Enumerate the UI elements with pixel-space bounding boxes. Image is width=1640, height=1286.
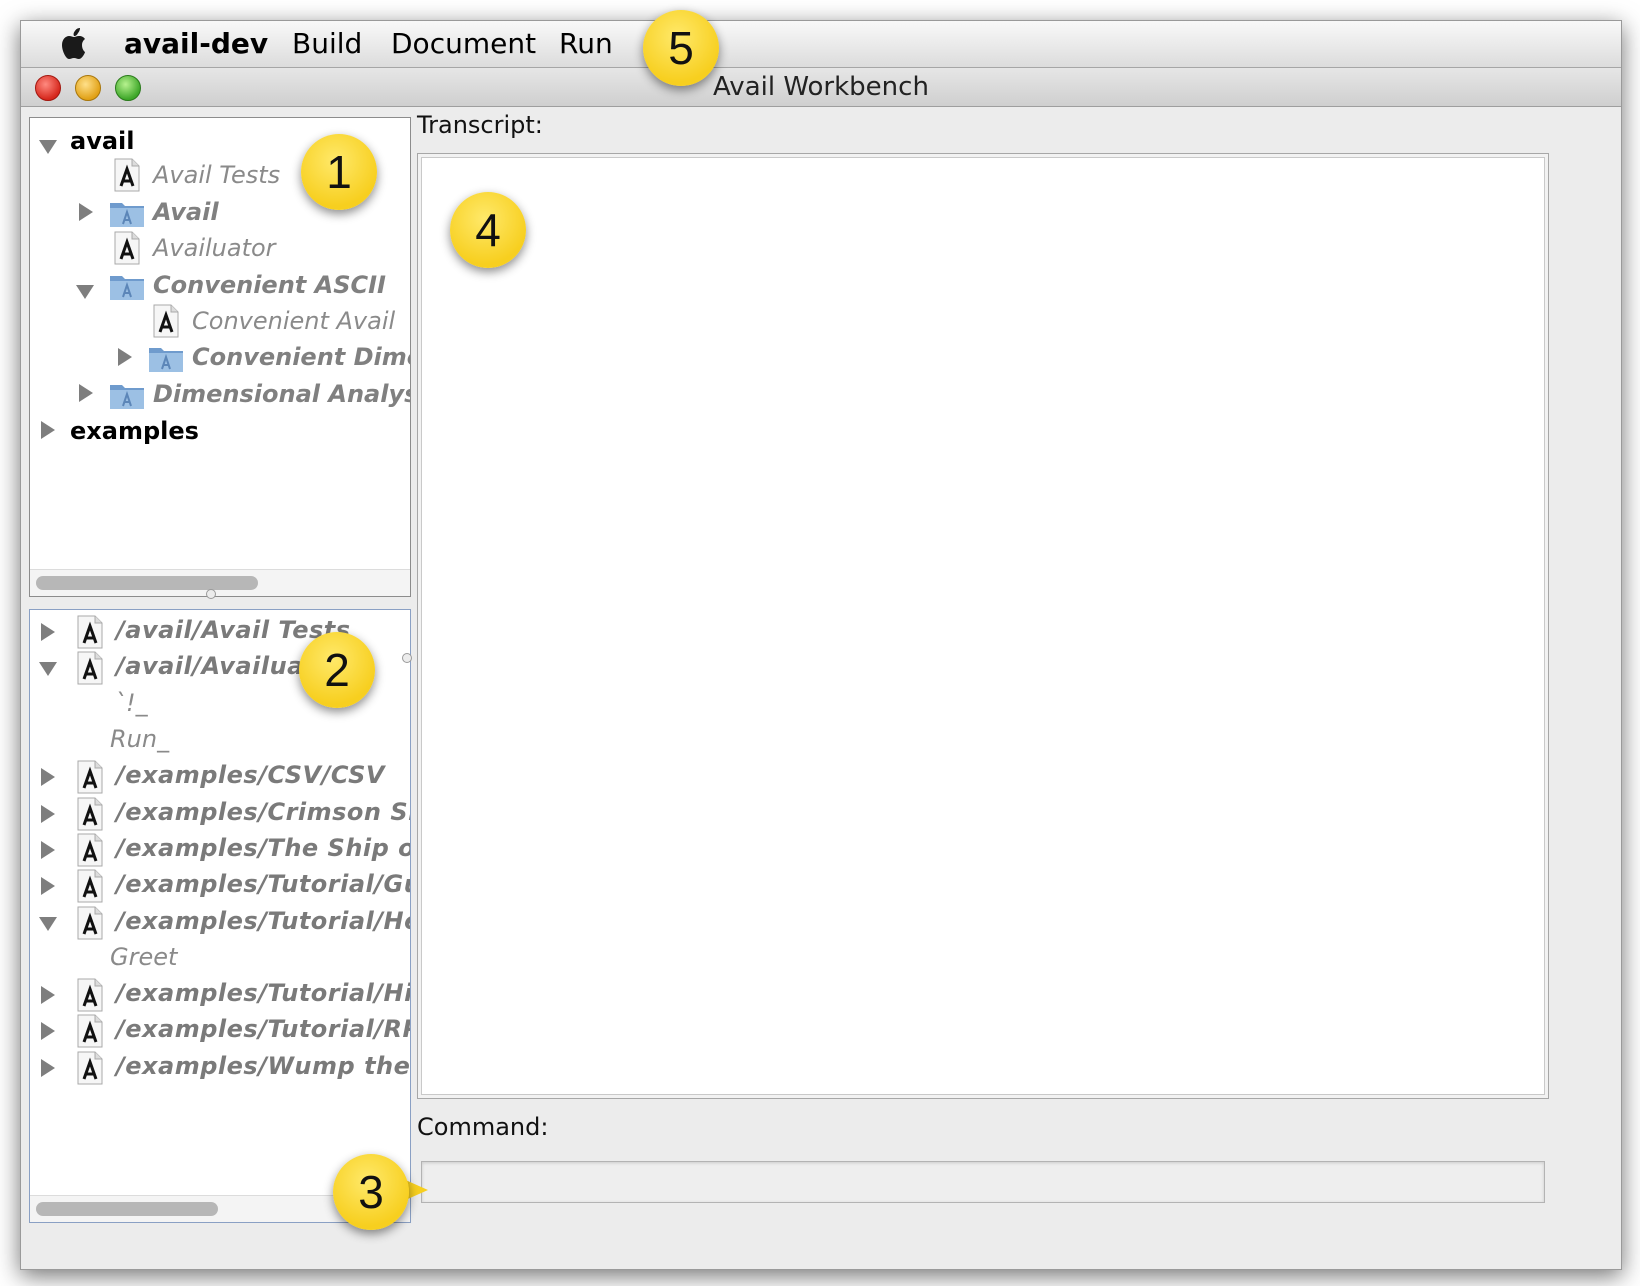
avail-package-folder-icon — [110, 385, 144, 409]
tree-module-avail-tests[interactable]: Avail Tests — [153, 158, 280, 192]
transcript-area[interactable] — [417, 153, 1549, 1099]
entry-module-wump[interactable]: /examples/Wump the W — [116, 1049, 410, 1083]
disclosure-collapsed-icon[interactable] — [79, 384, 93, 402]
tree-package-avail[interactable]: Avail — [153, 195, 219, 229]
avail-module-icon — [114, 231, 140, 265]
disclosure-expanded-icon[interactable] — [39, 662, 57, 676]
disclosure-collapsed-icon[interactable] — [41, 1022, 55, 1040]
split-pane-handle[interactable] — [206, 589, 216, 599]
entry-point[interactable]: Run_ — [110, 722, 169, 756]
entry-module-tutorial-rp[interactable]: /examples/Tutorial/RP — [116, 1012, 410, 1046]
scrollbar-thumb[interactable] — [36, 576, 258, 590]
avail-workbench-window: avail-dev Build Document Run Avail Workb… — [20, 20, 1622, 1270]
callout-2: 2 — [299, 632, 375, 708]
callout-5: 5 — [643, 10, 719, 86]
disclosure-expanded-icon[interactable] — [76, 285, 94, 299]
tree-module-availuator[interactable]: Availuator — [153, 231, 276, 265]
disclosure-collapsed-icon[interactable] — [41, 986, 55, 1004]
transcript-label: Transcript: — [417, 111, 543, 139]
command-input[interactable] — [421, 1161, 1545, 1203]
menu-build[interactable]: Build — [292, 27, 362, 61]
entry-point[interactable]: Greet — [110, 940, 177, 974]
disclosure-collapsed-icon[interactable] — [118, 348, 132, 366]
callout-3: 3 — [333, 1154, 409, 1230]
disclosure-collapsed-icon[interactable] — [41, 768, 55, 786]
disclosure-collapsed-icon[interactable] — [41, 877, 55, 895]
window-title: Avail Workbench — [713, 72, 929, 102]
avail-module-icon — [77, 833, 103, 867]
apple-menu-icon[interactable] — [57, 25, 93, 63]
avail-module-icon — [77, 978, 103, 1012]
menu-document[interactable]: Document — [391, 27, 536, 61]
disclosure-expanded-icon[interactable] — [39, 917, 57, 931]
menu-bar: avail-dev Build Document Run — [21, 21, 1621, 68]
avail-package-folder-icon — [149, 348, 183, 372]
avail-module-icon — [153, 304, 179, 338]
disclosure-collapsed-icon[interactable] — [41, 805, 55, 823]
tree-root-examples[interactable]: examples — [70, 414, 199, 448]
avail-module-icon — [77, 1014, 103, 1048]
callout-4: 4 — [450, 192, 526, 268]
avail-module-icon — [77, 651, 103, 685]
avail-module-icon — [114, 158, 140, 192]
disclosure-collapsed-icon[interactable] — [41, 841, 55, 859]
entry-module-tutorial-gu[interactable]: /examples/Tutorial/Gu — [116, 867, 410, 901]
avail-package-folder-icon — [110, 276, 144, 300]
module-tree-horizontal-scrollbar[interactable] — [30, 569, 410, 596]
entry-module-crimson[interactable]: /examples/Crimson Sh — [116, 795, 410, 829]
tree-root-avail[interactable]: avail — [70, 124, 135, 158]
disclosure-collapsed-icon[interactable] — [41, 1059, 55, 1077]
disclosure-expanded-icon[interactable] — [39, 140, 57, 154]
disclosure-collapsed-icon[interactable] — [41, 623, 55, 641]
scrollbar-thumb[interactable] — [36, 1202, 218, 1216]
disclosure-collapsed-icon[interactable] — [79, 203, 93, 221]
avail-module-icon — [77, 869, 103, 903]
command-label: Command: — [417, 1113, 549, 1141]
avail-module-icon — [77, 615, 103, 649]
menu-app-name[interactable]: avail-dev — [124, 27, 268, 61]
avail-package-folder-icon — [110, 203, 144, 227]
entry-module-tutorial-he[interactable]: /examples/Tutorial/He — [116, 904, 410, 938]
entry-module-tutorial-hi[interactable]: /examples/Tutorial/Hi — [116, 976, 410, 1010]
avail-module-icon — [77, 1051, 103, 1085]
avail-module-icon — [77, 906, 103, 940]
tree-package-convenient-ascii[interactable]: Convenient ASCII — [153, 268, 386, 302]
avail-module-icon — [77, 760, 103, 794]
title-bar: Avail Workbench — [21, 68, 1621, 107]
entry-point[interactable]: `!_ — [114, 686, 148, 720]
disclosure-collapsed-icon[interactable] — [41, 421, 55, 439]
menu-run[interactable]: Run — [559, 27, 613, 61]
avail-module-icon — [77, 797, 103, 831]
tree-package-dimensional-analysis[interactable]: Dimensional Analys. — [153, 377, 410, 411]
callout-1: 1 — [301, 134, 377, 210]
split-pane-handle[interactable] — [402, 653, 412, 663]
tree-module-convenient-avail[interactable]: Convenient Avail — [192, 304, 395, 338]
entry-module-ship[interactable]: /examples/The Ship of — [116, 831, 410, 865]
entry-module-csv[interactable]: /examples/CSV/CSV — [116, 758, 385, 792]
tree-package-convenient-dime[interactable]: Convenient Dime — [192, 340, 410, 374]
